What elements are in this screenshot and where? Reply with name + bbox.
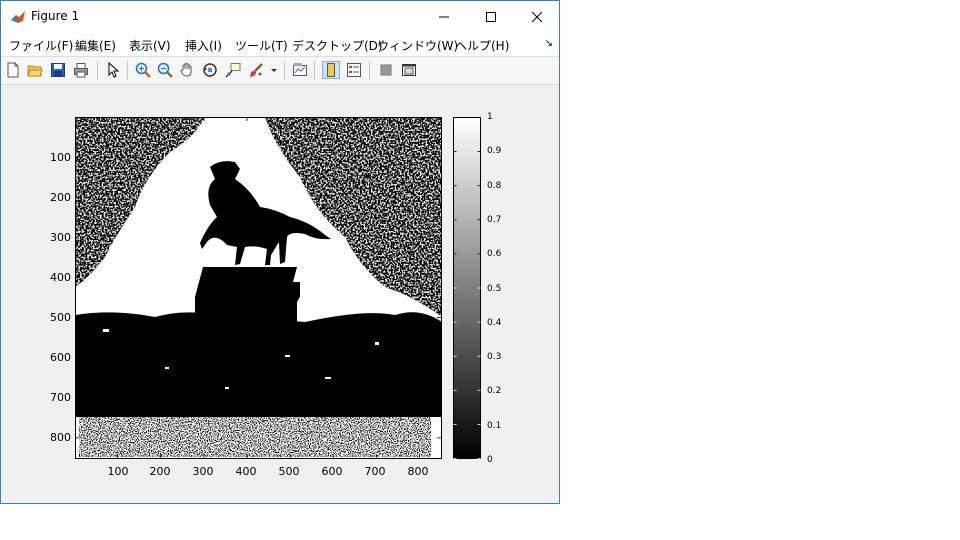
menu-view[interactable]: 表示(V) (129, 37, 171, 54)
new-figure-icon[interactable] (4, 61, 22, 79)
toolbar-separator (127, 61, 128, 80)
menu-help[interactable]: ヘルプ(H) (455, 37, 509, 54)
colorbar-gradient (453, 117, 481, 459)
figure-canvas: 100 200 300 400 500 600 700 800 100 200 … (1, 85, 559, 503)
toolbar-separator (284, 61, 285, 80)
menu-tools[interactable]: ツール(T) (235, 37, 288, 54)
menu-bar: ファイル(F) 編集(E) 表示(V) 挿入(I) ツール(T) デスクトップ(… (1, 32, 559, 57)
x-tick-label: 200 (149, 465, 171, 478)
title-bar: Figure 1 (1, 1, 559, 32)
window-title: Figure 1 (31, 9, 80, 23)
brush-icon[interactable] (247, 61, 265, 79)
menu-edit[interactable]: 編集(E) (75, 37, 116, 54)
maximize-button[interactable] (468, 1, 514, 32)
insert-colorbar-icon[interactable] (322, 61, 340, 79)
colorbar[interactable] (453, 117, 483, 461)
figure-window: Figure 1 ファイル(F) 編集(E) 表示(V) 挿入(I) ツール(T… (0, 0, 560, 504)
close-button[interactable] (514, 1, 560, 32)
colorbar-tick-label: 0 (487, 455, 493, 465)
colorbar-tick-label: 0.7 (487, 215, 502, 225)
x-tick-label: 100 (107, 465, 129, 478)
y-tick-label: 700 (50, 391, 71, 404)
arrow-down-right-icon[interactable]: ↘ (545, 38, 553, 49)
select-pointer-icon[interactable] (104, 61, 122, 79)
y-tick-label: 100 (50, 151, 71, 164)
save-icon[interactable] (49, 61, 67, 79)
x-tick-label: 400 (235, 465, 257, 478)
colorbar-tick-label: 0.5 (487, 284, 502, 294)
y-tick-label: 500 (50, 311, 71, 324)
minimize-button[interactable] (421, 1, 467, 32)
y-tick-label: 800 (50, 431, 71, 444)
y-tick-label: 200 (50, 191, 71, 204)
colorbar-tick-label: 0.3 (487, 352, 502, 362)
colorbar-tick-label: 0.9 (487, 146, 502, 156)
image-axes[interactable] (75, 117, 442, 459)
data-cursor-icon[interactable] (224, 61, 242, 79)
colorbar-tick-label: 1 (487, 112, 493, 122)
colorbar-tick-label: 0.6 (487, 249, 502, 259)
y-tick-label: 300 (50, 231, 71, 244)
maximize-icon (486, 11, 496, 22)
figure-toolbar (1, 57, 559, 85)
show-plot-tools-icon[interactable] (400, 61, 418, 79)
pan-hand-icon[interactable] (178, 61, 196, 79)
colorbar-tick-label: 0.1 (487, 421, 502, 431)
matlab-app-icon (11, 11, 25, 23)
colorbar-tick-label: 0.2 (487, 386, 502, 396)
menu-file[interactable]: ファイル(F) (9, 37, 73, 54)
x-tick-label: 300 (192, 465, 214, 478)
zoom-in-icon[interactable] (134, 61, 152, 79)
image-ground (75, 312, 442, 417)
x-tick-label: 500 (278, 465, 300, 478)
minimize-icon (439, 16, 449, 17)
menu-desktop[interactable]: デスクトップ(D) (292, 37, 383, 54)
brush-dropdown-icon[interactable] (269, 61, 279, 79)
close-icon (531, 11, 543, 22)
x-tick-label: 700 (364, 465, 386, 478)
toolbar-separator (97, 61, 98, 80)
y-tick-label: 400 (50, 271, 71, 284)
toolbar-separator (369, 61, 370, 80)
zoom-out-icon[interactable] (156, 61, 174, 79)
rotate-3d-icon[interactable] (201, 61, 219, 79)
menu-window[interactable]: ウィンドウ(W) (377, 37, 458, 54)
insert-legend-icon[interactable] (345, 61, 363, 79)
x-tick-label: 600 (321, 465, 343, 478)
print-icon[interactable] (72, 61, 90, 79)
image-foreground-speckle (79, 417, 431, 457)
menu-insert[interactable]: 挿入(I) (185, 37, 222, 54)
toolbar-separator (314, 61, 315, 80)
link-plot-icon[interactable] (291, 61, 309, 79)
x-tick-label: 800 (407, 465, 429, 478)
y-tick-label: 600 (50, 351, 71, 364)
colorbar-tick-label: 0.8 (487, 181, 502, 191)
open-file-icon[interactable] (26, 61, 44, 79)
colorbar-tick-label: 0.4 (487, 318, 502, 328)
hide-plot-tools-icon[interactable] (377, 61, 395, 79)
